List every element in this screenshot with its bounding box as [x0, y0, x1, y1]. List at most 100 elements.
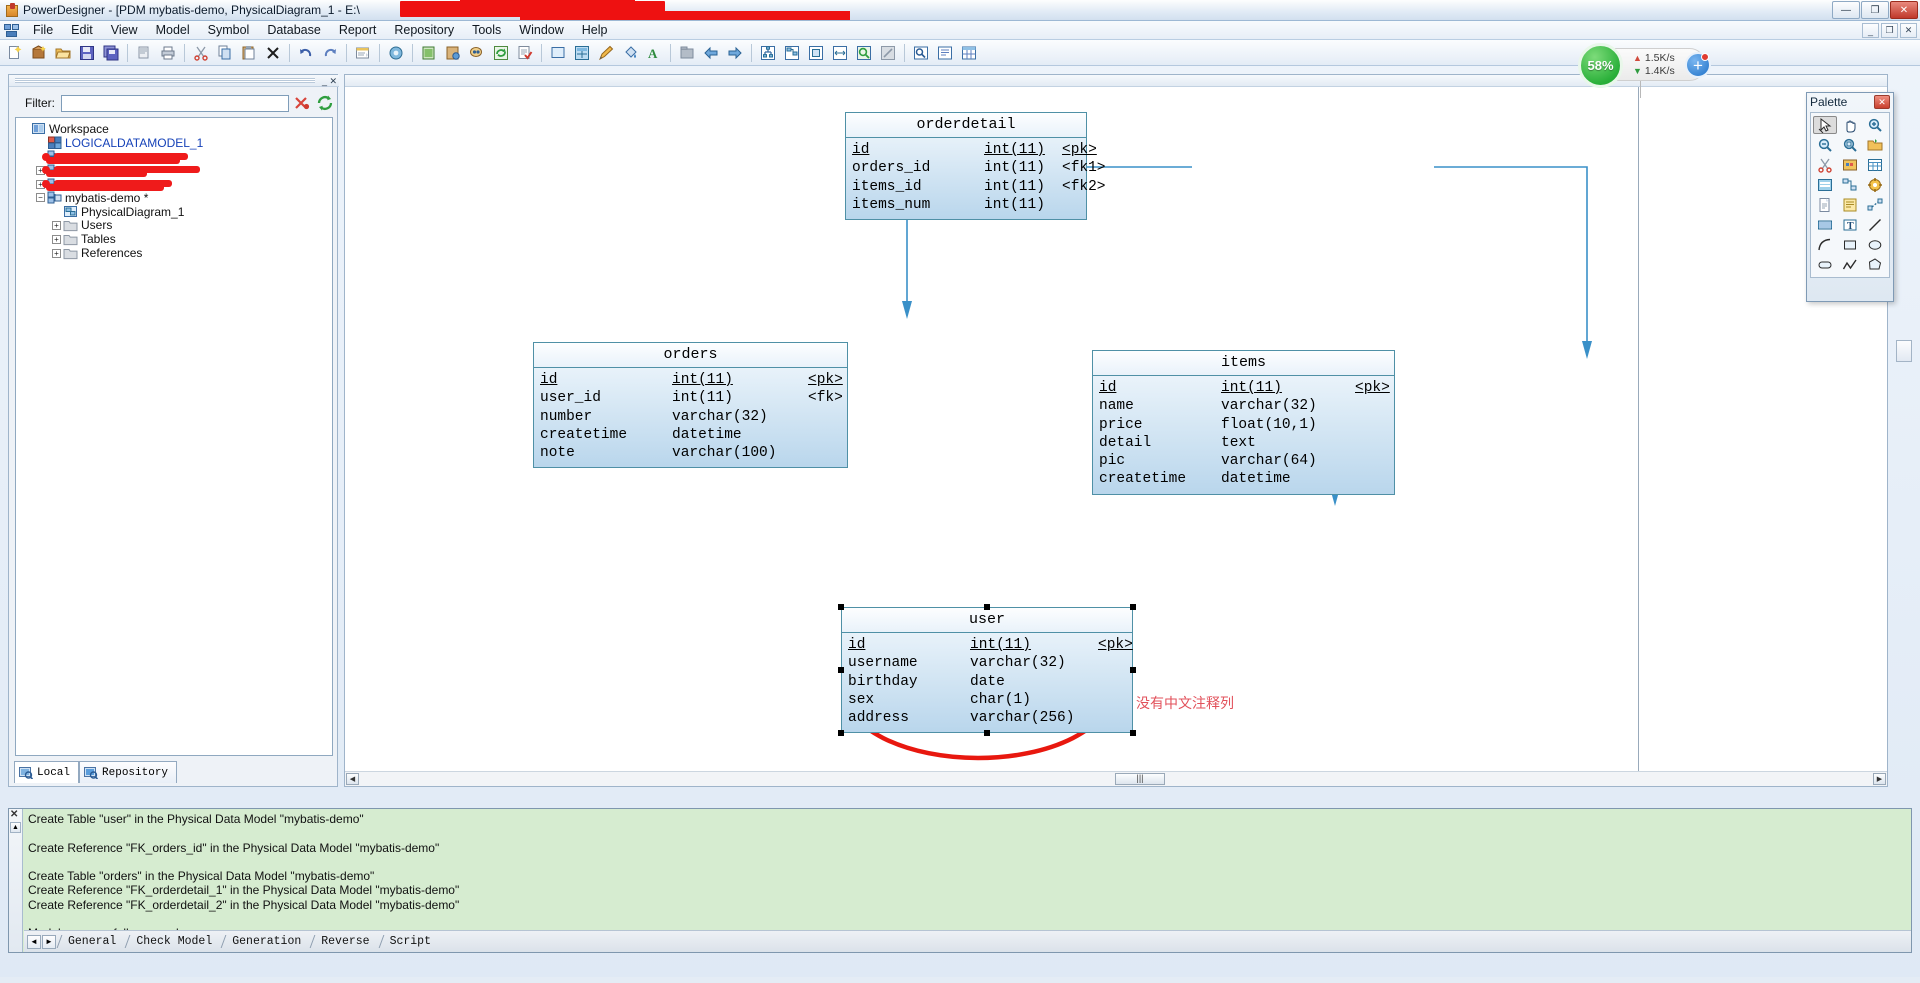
widget-expand-button[interactable]: + — [1685, 52, 1711, 78]
zoom-page-icon[interactable] — [805, 42, 827, 64]
print-icon[interactable] — [157, 42, 179, 64]
menu-edit[interactable]: Edit — [62, 21, 102, 39]
tree-item[interactable]: + References — [20, 246, 332, 260]
browser-tab-local[interactable]: Local — [14, 761, 80, 783]
polyline-tool-icon[interactable] — [1838, 256, 1862, 274]
tree-expander-minus-icon[interactable]: − — [36, 193, 45, 203]
object-tree[interactable]: Workspace LOGICALDATAMODEL_1 + + − mybatis-de… — [15, 117, 333, 756]
open-icon[interactable] — [52, 42, 74, 64]
tree-item[interactable]: + — [20, 163, 332, 178]
new-diagram-icon[interactable] — [547, 42, 569, 64]
delete-icon[interactable] — [262, 42, 284, 64]
result-list-icon[interactable] — [958, 42, 980, 64]
network-speed-widget[interactable]: 58% ▲ 1.5K/s ▼ 1.4K/s + — [1578, 43, 1711, 88]
copy-icon[interactable] — [214, 42, 236, 64]
canvas-vscroll-thumb[interactable] — [1896, 340, 1912, 362]
menu-database[interactable]: Database — [258, 21, 330, 39]
paste-icon[interactable] — [238, 42, 260, 64]
properties-icon[interactable] — [352, 42, 374, 64]
close-button[interactable]: ✕ — [1890, 1, 1918, 19]
zoom-width-icon[interactable] — [829, 42, 851, 64]
rounded-rect-tool-icon[interactable] — [1813, 256, 1837, 274]
output-tab-reverse[interactable]: Reverse — [310, 933, 378, 950]
procedure-tool-icon[interactable] — [1863, 176, 1887, 194]
view-tool-icon[interactable] — [1813, 176, 1837, 194]
minimize-button[interactable]: — — [1832, 1, 1860, 19]
zoom-area-tool-icon[interactable] — [1838, 136, 1862, 154]
mdi-minimize-button[interactable]: _ — [1862, 23, 1879, 38]
entity-table[interactable]: orderdetail id int(11) <pk> orders_id int(11)… — [845, 112, 1106, 221]
cut-icon[interactable] — [190, 42, 212, 64]
output-toggle-icon[interactable] — [934, 42, 956, 64]
output-tab-general[interactable]: General — [57, 933, 125, 950]
check-model-icon[interactable] — [514, 42, 536, 64]
entity-table[interactable]: user id int(11) <pk> username varchar(32) birt… — [841, 607, 1133, 734]
canvas-hscrollbar[interactable]: ◀ ▶ — [345, 771, 1887, 786]
display-preferences-icon[interactable] — [757, 42, 779, 64]
title-tool-icon[interactable] — [1813, 216, 1837, 234]
file-tool-icon[interactable] — [1813, 196, 1837, 214]
package-tool-icon[interactable] — [1838, 156, 1862, 174]
tree-item[interactable]: + Users — [20, 218, 332, 232]
browser-toggle-icon[interactable] — [910, 42, 932, 64]
browser-titlebar[interactable]: _ ✕ — [9, 75, 339, 87]
restore-button[interactable]: ❐ — [1861, 1, 1889, 19]
zoom-out-tool-icon[interactable] — [1813, 136, 1837, 154]
clear-filter-icon[interactable] — [292, 93, 312, 113]
menu-window[interactable]: Window — [510, 21, 572, 39]
reverse-engineer-icon[interactable] — [442, 42, 464, 64]
mdi-restore-button[interactable]: ❐ — [1881, 23, 1898, 38]
tree-item[interactable]: Workspace — [20, 122, 332, 136]
rectangle-tool-icon[interactable] — [1838, 236, 1862, 254]
palette-close-button[interactable]: ✕ — [1874, 95, 1890, 109]
save-icon[interactable] — [76, 42, 98, 64]
tree-expander-plus-icon[interactable]: + — [52, 234, 61, 244]
selection-handle[interactable] — [838, 730, 844, 736]
output-tab-prev[interactable]: ◄ — [27, 934, 41, 949]
zoom-in-tool-icon[interactable] — [1863, 116, 1887, 134]
zoom-normal-icon[interactable] — [877, 42, 899, 64]
entity-table[interactable]: orders id int(11) <pk> user_id int(11) <fk> num… — [533, 342, 848, 469]
output-close-button[interactable]: ✕ — [10, 809, 18, 820]
scroll-left-arrow[interactable]: ◀ — [346, 773, 359, 785]
filter-input[interactable] — [61, 94, 289, 112]
new-package-icon[interactable] — [28, 42, 50, 64]
menu-tools[interactable]: Tools — [463, 21, 510, 39]
scroll-right-arrow[interactable]: ▶ — [1873, 773, 1886, 785]
selection-handle[interactable] — [984, 604, 990, 610]
back-icon[interactable] — [700, 42, 722, 64]
polygon-tool-icon[interactable] — [1863, 256, 1887, 274]
refresh-icon[interactable] — [490, 42, 512, 64]
table-symbol-icon[interactable] — [571, 42, 593, 64]
model-options-icon[interactable] — [385, 42, 407, 64]
text-tool-icon[interactable]: T — [1838, 216, 1862, 234]
refresh-filter-icon[interactable] — [315, 93, 335, 113]
tree-expander-plus-icon[interactable]: + — [52, 248, 61, 258]
ellipse-tool-icon[interactable] — [1863, 236, 1887, 254]
link-tool-icon[interactable] — [1863, 196, 1887, 214]
browser-close-icon[interactable]: _ ✕ — [322, 76, 337, 87]
diagram-canvas[interactable]: orderdetail id int(11) <pk> orders_id int(11)… — [345, 87, 1887, 786]
delete-tool-icon[interactable] — [1813, 156, 1837, 174]
undo-icon[interactable] — [295, 42, 317, 64]
redo-icon[interactable] — [319, 42, 341, 64]
selection-handle[interactable] — [838, 667, 844, 673]
hscroll-thumb[interactable] — [1115, 773, 1165, 785]
output-tab-next[interactable]: ► — [42, 934, 56, 949]
tree-item[interactable] — [20, 150, 332, 164]
find-object-icon[interactable] — [466, 42, 488, 64]
output-tab-generation[interactable]: Generation — [221, 933, 310, 950]
menu-repository[interactable]: Repository — [385, 21, 463, 39]
package-icon[interactable] — [676, 42, 698, 64]
forward-icon[interactable] — [724, 42, 746, 64]
tree-item[interactable]: − mybatis-demo * — [20, 191, 332, 205]
tree-expander-plus-icon[interactable]: + — [52, 220, 61, 230]
tree-item[interactable]: PhysicalDiagram_1 — [20, 205, 332, 219]
tree-item[interactable]: + Tables — [20, 232, 332, 246]
zoom-selection-icon[interactable] — [853, 42, 875, 64]
arc-tool-icon[interactable] — [1813, 236, 1837, 254]
palette-titlebar[interactable]: Palette ✕ — [1807, 93, 1893, 111]
browser-tab-repository[interactable]: Repository — [79, 761, 178, 783]
memory-usage-circle[interactable]: 58% — [1578, 43, 1623, 88]
selection-handle[interactable] — [1130, 730, 1136, 736]
